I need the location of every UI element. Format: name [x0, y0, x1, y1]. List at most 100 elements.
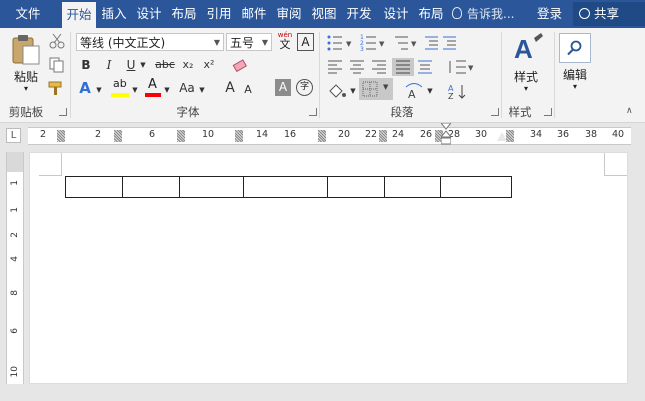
- underline-button[interactable]: U: [123, 55, 139, 75]
- tab-review[interactable]: 审阅: [272, 0, 306, 28]
- column-marker[interactable]: [114, 130, 122, 142]
- paste-icon[interactable]: [10, 34, 42, 66]
- clear-formatting-icon[interactable]: [232, 57, 248, 73]
- tab-table-layout[interactable]: 布局: [414, 0, 448, 28]
- tab-file[interactable]: 文件: [0, 0, 56, 28]
- column-marker[interactable]: [177, 130, 185, 142]
- vruler-number: 1: [10, 180, 20, 186]
- styles-dropdown-icon[interactable]: ▾: [520, 84, 532, 93]
- italic-button[interactable]: I: [101, 55, 117, 75]
- text-effects-button[interactable]: A: [76, 78, 94, 98]
- right-indent-marker[interactable]: [497, 132, 507, 141]
- cut-icon[interactable]: [49, 33, 65, 49]
- copy-icon[interactable]: [49, 57, 65, 73]
- bullets-button[interactable]: [326, 34, 352, 52]
- table-cell[interactable]: [440, 176, 512, 198]
- chinese-layout-dropdown-icon[interactable]: ▼: [426, 81, 434, 101]
- numbering-button[interactable]: [358, 34, 388, 52]
- document-table[interactable]: [65, 176, 512, 198]
- font-size-dropdown[interactable]: 五号 ▼: [226, 33, 272, 51]
- tab-developer[interactable]: 开发: [342, 0, 376, 28]
- login-button[interactable]: 登录: [537, 0, 562, 28]
- table-cell[interactable]: [65, 176, 123, 198]
- line-spacing-button[interactable]: [446, 58, 476, 76]
- column-marker[interactable]: [57, 130, 65, 142]
- ruler-number: 10: [201, 129, 215, 140]
- ruler-number: 16: [283, 129, 297, 140]
- align-center-button[interactable]: [348, 58, 366, 76]
- borders-button[interactable]: ▼: [359, 78, 393, 100]
- text-effects-dropdown-icon[interactable]: ▼: [95, 80, 103, 100]
- shading-dropdown-icon[interactable]: ▼: [349, 81, 357, 101]
- distributed-button[interactable]: [416, 58, 434, 76]
- highlight-button[interactable]: ab: [110, 77, 130, 99]
- tab-mailings[interactable]: 邮件: [237, 0, 271, 28]
- tab-view[interactable]: 视图: [307, 0, 341, 28]
- font-color-dropdown-icon[interactable]: ▼: [163, 80, 171, 100]
- clipboard-launcher-icon[interactable]: [59, 108, 67, 116]
- phonetic-guide-button[interactable]: wén 文: [276, 31, 294, 53]
- char-border-button[interactable]: A: [297, 33, 314, 51]
- multilevel-list-button[interactable]: [393, 34, 417, 52]
- increase-indent-button[interactable]: [442, 34, 458, 52]
- tab-references[interactable]: 引用: [202, 0, 236, 28]
- tab-insert[interactable]: 插入: [97, 0, 131, 28]
- editing-dropdown-icon[interactable]: ▾: [569, 82, 581, 91]
- chinese-layout-icon[interactable]: A: [404, 82, 428, 100]
- superscript-button[interactable]: x²: [201, 55, 217, 75]
- tab-table-design[interactable]: 设计: [379, 0, 413, 28]
- subscript-button[interactable]: x₂: [180, 55, 196, 75]
- font-launcher-icon[interactable]: [309, 108, 317, 116]
- column-marker[interactable]: [379, 130, 387, 142]
- lightbulb-icon: [452, 7, 462, 19]
- styles-label[interactable]: 样式: [506, 68, 546, 85]
- editing-label[interactable]: 编辑: [555, 66, 595, 83]
- paste-dropdown-icon[interactable]: ▾: [20, 84, 32, 93]
- bold-button[interactable]: B: [78, 55, 94, 75]
- first-line-indent-marker[interactable]: [441, 123, 451, 146]
- styles-launcher-icon[interactable]: [544, 108, 552, 116]
- shading-paint-bucket-icon[interactable]: [327, 82, 349, 100]
- justify-button[interactable]: [392, 56, 414, 77]
- table-cell[interactable]: [122, 176, 180, 198]
- change-case-dropdown-icon[interactable]: ▼: [198, 80, 206, 100]
- tab-design[interactable]: 设计: [132, 0, 166, 28]
- share-button[interactable]: 共享: [573, 2, 645, 26]
- align-right-button[interactable]: [370, 58, 388, 76]
- table-cell[interactable]: [384, 176, 441, 198]
- tell-me-box[interactable]: 告诉我...: [452, 0, 514, 28]
- tab-selector-icon[interactable]: L: [6, 128, 21, 143]
- highlight-dropdown-icon[interactable]: ▼: [131, 80, 139, 100]
- format-painter-icon[interactable]: [48, 80, 66, 96]
- column-marker[interactable]: [235, 130, 243, 142]
- chevron-down-icon: ▼: [261, 38, 268, 47]
- align-left-button[interactable]: [326, 58, 344, 76]
- font-name-dropdown[interactable]: 等线 (中文正文) ▼: [76, 33, 224, 51]
- paste-label[interactable]: 粘贴: [6, 68, 46, 85]
- paragraph-launcher-icon[interactable]: [491, 108, 499, 116]
- find-button[interactable]: [559, 33, 591, 63]
- tab-layout[interactable]: 布局: [167, 0, 201, 28]
- change-case-button[interactable]: Aa: [176, 78, 198, 98]
- column-marker[interactable]: [318, 130, 326, 142]
- font-color-button[interactable]: A: [144, 77, 162, 99]
- column-marker[interactable]: [506, 130, 514, 142]
- ruler-bar[interactable]: 2 2 6 10 14 16 20 22 24 26 28 30 34 36 3…: [28, 127, 631, 145]
- strikethrough-button[interactable]: abc: [154, 55, 176, 75]
- font-group-label: 字体: [176, 105, 200, 119]
- shrink-font-button[interactable]: A: [241, 80, 255, 100]
- styles-group-label: 样式: [508, 105, 532, 119]
- styles-icon[interactable]: A: [512, 32, 544, 64]
- table-cell[interactable]: [179, 176, 244, 198]
- char-shading-button[interactable]: A: [275, 79, 291, 96]
- document-page[interactable]: [29, 152, 628, 384]
- enclose-char-button[interactable]: 字: [296, 79, 313, 96]
- underline-dropdown-icon[interactable]: ▼: [139, 55, 147, 75]
- collapse-ribbon-icon[interactable]: ∧: [626, 106, 633, 116]
- grow-font-button[interactable]: A: [222, 78, 238, 98]
- sort-icon[interactable]: AZ: [447, 82, 471, 100]
- table-cell[interactable]: [243, 176, 328, 198]
- decrease-indent-button[interactable]: [424, 34, 440, 52]
- table-cell[interactable]: [327, 176, 385, 198]
- tab-home[interactable]: 开始: [62, 2, 96, 28]
